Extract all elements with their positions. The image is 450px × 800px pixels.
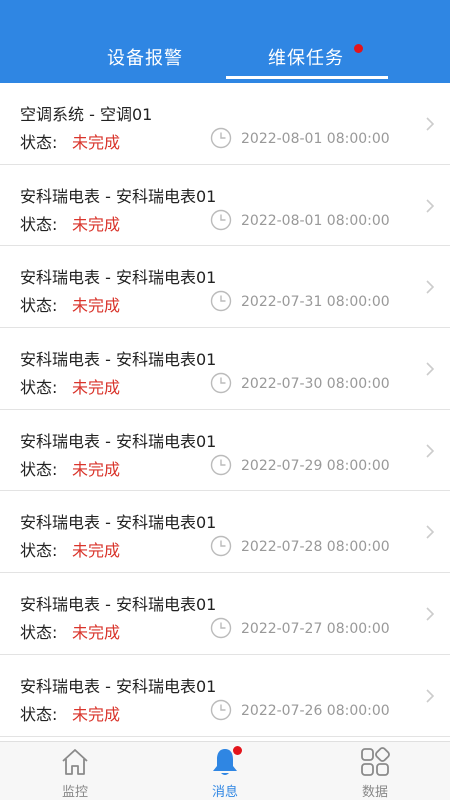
item-title: 安科瑞电表 - 安科瑞电表01 [20, 513, 217, 533]
status-value: 未完成 [72, 296, 121, 316]
chevron-right-icon [426, 117, 435, 131]
item-title: 安科瑞电表 - 安科瑞电表01 [20, 676, 217, 696]
nav-label: 数据 [361, 785, 388, 800]
list-item[interactable]: 安科瑞电表 - 安科瑞电表01 状态: 未完成 2022-07-31 08:00… [0, 246, 450, 329]
item-time: 2022-08-01 08:00:00 [241, 131, 390, 147]
chevron-right-icon [426, 362, 435, 376]
status-label: 状态: [20, 296, 58, 316]
item-time: 2022-08-01 08:00:00 [241, 212, 390, 229]
list-item[interactable]: 安科瑞电表 - 安科瑞电表01 状态: 未完成 2022-07-29 08:00… [0, 409, 450, 492]
active-tab-indicator [226, 76, 388, 79]
status-label: 状态: [20, 378, 58, 398]
nav-item-message[interactable]: 消息 [175, 742, 275, 800]
nav-item-data[interactable]: 数据 [325, 742, 425, 800]
header-bar: 设备报警 维保任务 [0, 0, 450, 83]
list-item[interactable]: 安科瑞电表 - 安科瑞电表01 状态: 未完成 2022-07-30 08:00… [0, 328, 450, 410]
task-list: 空调系统 - 空调01 状态: 未完成 2022-08-01 08:00:00 … [0, 83, 450, 741]
chevron-right-icon [426, 689, 435, 703]
item-time: 2022-07-30 08:00:00 [241, 376, 390, 393]
item-title: 安科瑞电表 - 安科瑞电表01 [20, 186, 217, 206]
clock-icon [210, 454, 232, 475]
list-item[interactable]: 空调系统 - 空调01 状态: 未完成 2022-08-01 08:00:00 [0, 83, 450, 165]
notification-dot [233, 746, 242, 755]
list-item[interactable]: 安科瑞电表 - 安科瑞电表01 状态: 未完成 2022-07-28 08:00… [0, 491, 450, 574]
clock-icon [210, 699, 232, 721]
status-value: 未完成 [72, 459, 121, 479]
item-time: 2022-07-26 08:00:00 [241, 702, 390, 719]
status-label: 状态: [20, 133, 58, 152]
item-time: 2022-07-29 08:00:00 [241, 457, 390, 474]
item-title: 空调系统 - 空调01 [20, 105, 153, 124]
chevron-right-icon [426, 444, 435, 458]
bottom-nav: 监控 消息 数据 [0, 741, 450, 800]
status-label: 状态: [20, 704, 58, 724]
status-label: 状态: [20, 541, 58, 561]
item-time: 2022-07-28 08:00:00 [241, 539, 390, 556]
clock-icon [210, 291, 232, 312]
status-label: 状态: [20, 459, 58, 479]
nav-label: 监控 [61, 785, 88, 800]
item-title: 安科瑞电表 - 安科瑞电表01 [20, 268, 217, 288]
nav-label: 消息 [211, 785, 238, 800]
nav-item-monitor[interactable]: 监控 [25, 742, 125, 800]
tab-device-alarm[interactable]: 设备报警 [65, 44, 225, 70]
item-title: 安科瑞电表 - 安科瑞电表01 [20, 350, 217, 370]
item-time: 2022-07-31 08:00:00 [241, 294, 390, 311]
grid-icon [361, 747, 390, 776]
notification-dot [354, 44, 363, 53]
chevron-right-icon [426, 280, 435, 294]
clock-icon [210, 536, 232, 557]
clock-icon [210, 372, 232, 394]
status-value: 未完成 [72, 541, 121, 561]
chevron-right-icon [426, 525, 435, 540]
status-value: 未完成 [72, 133, 121, 152]
clock-icon [210, 127, 232, 149]
status-value: 未完成 [72, 378, 121, 398]
list-item[interactable]: 安科瑞电表 - 安科瑞电表01 状态: 未完成 2022-08-01 08:00… [0, 164, 450, 247]
status-value: 未完成 [72, 623, 121, 643]
item-title: 安科瑞电表 - 安科瑞电表01 [20, 431, 217, 451]
list-item[interactable]: 安科瑞电表 - 安科瑞电表01 状态: 未完成 2022-07-26 08:00… [0, 654, 450, 737]
clock-icon [210, 617, 232, 639]
list-item[interactable]: 安科瑞电表 - 安科瑞电表01 状态: 未完成 2022-07-27 08:00… [0, 573, 450, 655]
chevron-right-icon [426, 199, 435, 213]
item-title: 安科瑞电表 - 安科瑞电表01 [20, 595, 217, 615]
chevron-right-icon [426, 607, 435, 621]
home-icon [62, 749, 88, 775]
item-time: 2022-07-27 08:00:00 [241, 621, 390, 638]
clock-icon [210, 209, 232, 230]
status-value: 未完成 [72, 214, 121, 234]
status-value: 未完成 [72, 704, 121, 724]
status-label: 状态: [20, 214, 58, 234]
status-label: 状态: [20, 623, 58, 643]
